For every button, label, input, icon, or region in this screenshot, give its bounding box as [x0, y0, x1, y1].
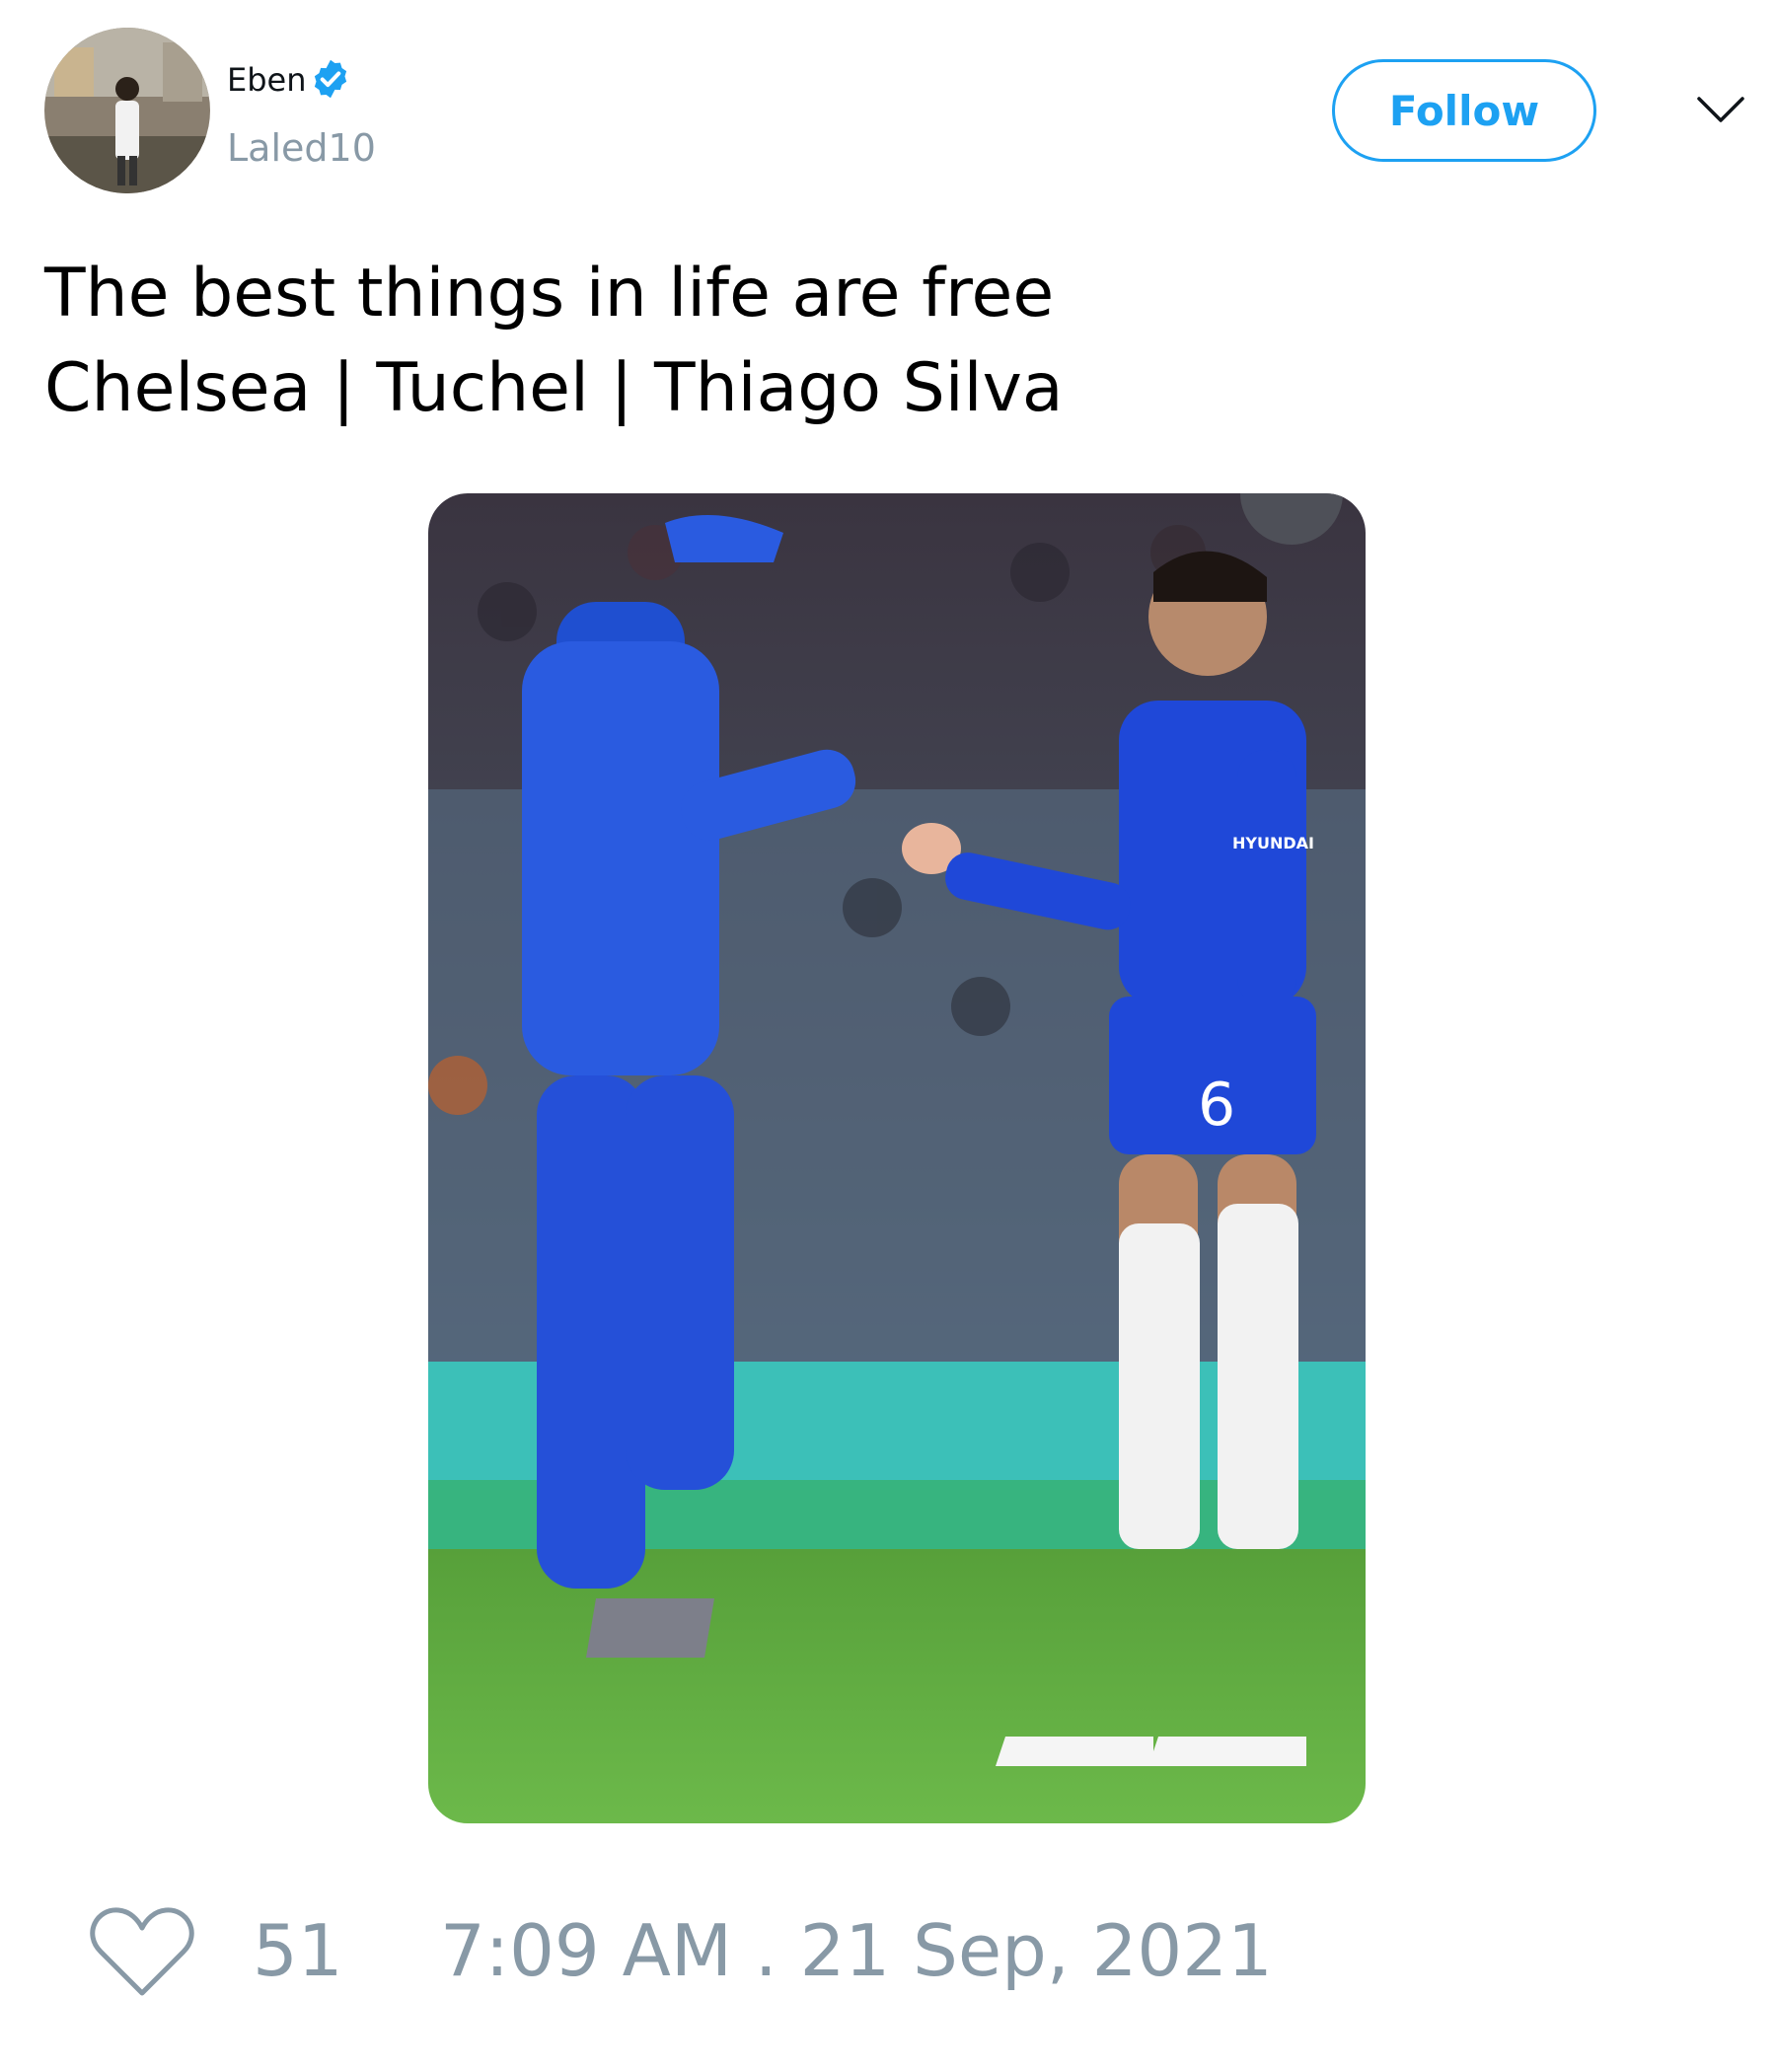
tweet-photo[interactable]: 6 HYUNDAI — [428, 493, 1366, 1823]
display-name[interactable]: Eben — [227, 61, 307, 99]
heart-icon[interactable] — [89, 1904, 195, 1999]
avatar-photo — [44, 28, 210, 193]
tweet-text: The best things in life are free Chelsea… — [44, 247, 1063, 436]
like-count: 51 — [253, 1909, 343, 1992]
user-handle[interactable]: Laled10 — [227, 126, 376, 170]
football-photo-illustration: 6 HYUNDAI — [428, 493, 1366, 1823]
follow-button[interactable]: Follow — [1332, 59, 1596, 162]
avatar[interactable] — [44, 28, 210, 193]
jersey-sponsor: HYUNDAI — [1232, 834, 1314, 852]
tweet-line-2: Chelsea | Tuchel | Thiago Silva — [44, 349, 1064, 427]
chevron-down-icon[interactable] — [1695, 91, 1746, 130]
jersey-number: 6 — [1198, 1071, 1235, 1140]
verified-badge-icon — [314, 59, 347, 99]
tweet-timestamp[interactable]: 7:09 AM . 21 Sep, 2021 — [440, 1909, 1273, 1992]
tweet-line-1: The best things in life are free — [44, 255, 1055, 333]
